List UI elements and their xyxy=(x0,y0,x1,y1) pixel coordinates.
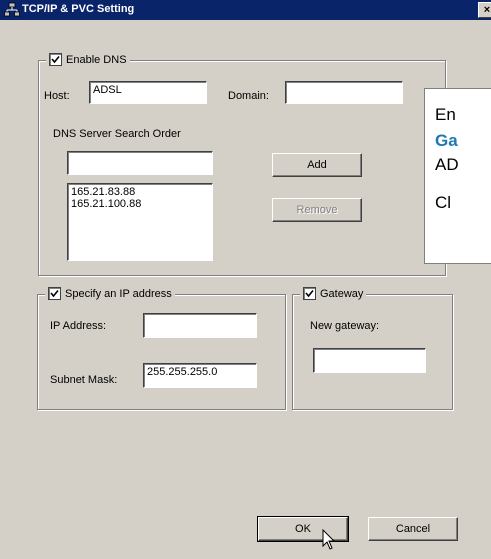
host-input[interactable]: ADSL xyxy=(89,81,207,104)
new-gateway-label: New gateway: xyxy=(310,320,380,332)
subnet-mask-label: Subnet Mask: xyxy=(50,374,118,386)
domain-input[interactable] xyxy=(285,81,403,104)
dns-server-list[interactable]: 165.21.83.88 165.21.100.88 xyxy=(67,183,213,261)
callout-line-4: Cl xyxy=(435,193,452,212)
enable-dns-legend: Enable DNS xyxy=(46,53,130,66)
checkmark-icon xyxy=(305,289,314,298)
close-icon: × xyxy=(483,4,491,16)
enable-dns-checkbox[interactable] xyxy=(49,53,62,66)
ip-address-label: IP Address: xyxy=(50,320,107,332)
host-label: Host: xyxy=(44,90,70,102)
add-button[interactable]: Add xyxy=(272,153,362,177)
network-icon xyxy=(4,2,20,18)
callout-line-3: AD xyxy=(435,155,459,174)
specify-ip-legend: Specify an IP address xyxy=(45,287,175,300)
subnet-mask-input[interactable]: 255.255.255.0 xyxy=(143,363,257,388)
callout-line-2: Ga xyxy=(435,131,458,150)
ip-group xyxy=(37,294,286,410)
dns-search-order-label: DNS Server Search Order xyxy=(53,128,181,140)
mouse-cursor-icon xyxy=(322,528,336,554)
window-title: TCP/IP & PVC Setting xyxy=(22,3,135,15)
cancel-button[interactable]: Cancel xyxy=(368,517,458,541)
checkmark-icon xyxy=(50,289,59,298)
enable-dns-label: Enable DNS xyxy=(66,53,127,66)
specify-ip-checkbox[interactable] xyxy=(48,287,61,300)
new-gateway-input[interactable] xyxy=(313,348,426,373)
gateway-label: Gateway xyxy=(320,287,364,300)
domain-label: Domain: xyxy=(228,90,269,102)
gateway-checkbox[interactable] xyxy=(303,287,316,300)
callout-line-1: En xyxy=(435,105,456,124)
info-callout: En Ga AD Cl xyxy=(424,88,491,264)
close-button[interactable]: × xyxy=(478,2,491,18)
ip-address-input[interactable] xyxy=(143,313,257,338)
gateway-legend: Gateway xyxy=(300,287,367,300)
remove-button[interactable]: Remove xyxy=(272,198,362,222)
specify-ip-label: Specify an IP address xyxy=(65,287,172,300)
checkmark-icon xyxy=(51,55,60,64)
dns-server-input[interactable] xyxy=(67,151,213,175)
